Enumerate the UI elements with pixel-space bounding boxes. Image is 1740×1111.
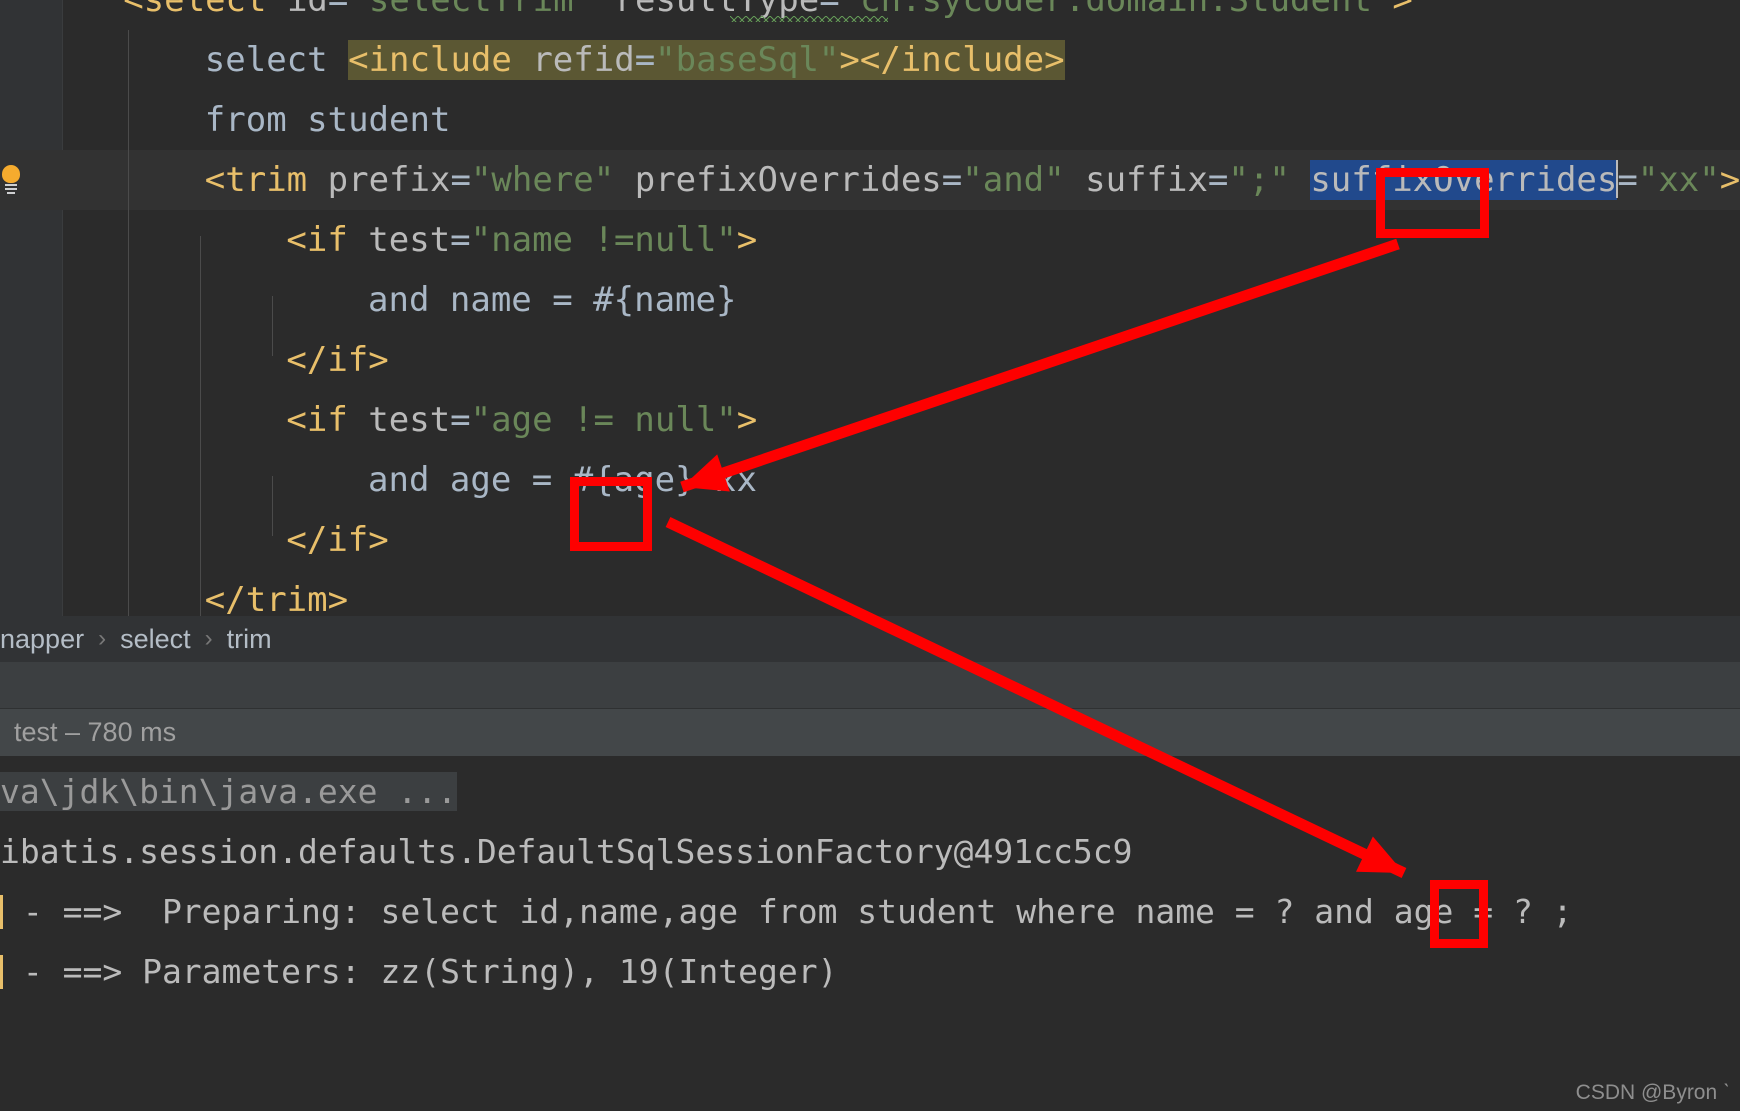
code-token: </if>: [286, 520, 388, 560]
code-token: >: [737, 220, 757, 260]
code-token: refid: [532, 40, 634, 80]
code-line[interactable]: <if test="name !=null">: [0, 210, 1740, 270]
code-token: ";": [1228, 160, 1289, 200]
code-line[interactable]: and name = #{name}: [0, 270, 1740, 330]
code-line[interactable]: and age = #{age} xx: [0, 450, 1740, 510]
code-token: test: [368, 400, 450, 440]
console-log-text: ibatis.session.defaults.DefaultSqlSessio…: [0, 822, 1132, 882]
code-token: >: [1392, 0, 1412, 20]
code-line[interactable]: <trim prefix="where" prefixOverrides="an…: [0, 150, 1740, 210]
code-token: <if: [286, 220, 368, 260]
code-token: "and": [962, 160, 1064, 200]
code-token: test: [368, 220, 450, 260]
code-token: <select: [123, 0, 287, 20]
code-token: from student: [205, 100, 451, 140]
run-toolbar-row[interactable]: [0, 662, 1740, 709]
code-token: =: [635, 40, 655, 80]
lightbulb-base-1: [5, 184, 17, 186]
console-log-text: - ==> Preparing: select id,name,age from…: [3, 892, 1573, 931]
code-line[interactable]: </if>: [0, 510, 1740, 570]
code-token: [1065, 160, 1085, 200]
code-token: suffix: [1085, 160, 1208, 200]
breadcrumb-item-select[interactable]: select: [120, 624, 191, 655]
code-token: prefix: [328, 160, 451, 200]
code-token: and age = #{age} xx: [368, 460, 757, 500]
code-token: [594, 0, 614, 20]
console-line: - ==> Preparing: select id,name,age from…: [0, 882, 1740, 942]
breadcrumb-separator-1: ›: [84, 625, 120, 653]
code-token: and name = #{name}: [368, 280, 736, 320]
code-token: >: [737, 400, 757, 440]
code-token: "age != null": [471, 400, 737, 440]
code-token: select: [205, 40, 348, 80]
lightbulb-icon[interactable]: [0, 163, 30, 197]
code-token: </trim>: [205, 580, 348, 616]
breadcrumb-separator-2: ›: [191, 625, 227, 653]
breadcrumb-item-trim[interactable]: trim: [227, 624, 272, 655]
console-line: va\jdk\bin\java.exe ...: [0, 762, 1740, 822]
console-line: - ==> Parameters: zz(String), 19(Integer…: [0, 942, 1740, 1002]
code-token: "name !=null": [471, 220, 737, 260]
code-token: <include: [348, 40, 532, 80]
console-output[interactable]: va\jdk\bin\java.exe ... ibatis.session.de…: [0, 756, 1740, 1111]
console-line: ibatis.session.defaults.DefaultSqlSessio…: [0, 822, 1740, 882]
run-tool-window: test – 780 ms va\jdk\bin\java.exe ... iba…: [0, 662, 1740, 1111]
code-token: prefixOverrides: [635, 160, 942, 200]
code-token: "selectTrim": [348, 0, 594, 20]
code-line[interactable]: </if>: [0, 330, 1740, 390]
breadcrumb[interactable]: napper › select › trim: [0, 616, 1740, 662]
test-result-label: test – 780 ms: [0, 717, 176, 748]
code-token: <if: [286, 400, 368, 440]
code-line[interactable]: <select id="selectTrim" resultType="cn.s…: [0, 0, 1740, 30]
code-token: "xx": [1638, 160, 1720, 200]
lightbulb-base-3: [7, 192, 15, 194]
code-line[interactable]: </trim>: [0, 570, 1740, 616]
code-token: =: [450, 220, 470, 260]
code-token: [614, 160, 634, 200]
code-token: =: [450, 400, 470, 440]
code-token: suffixOverrides: [1310, 160, 1617, 200]
code-token: <trim: [205, 160, 328, 200]
code-token: </if>: [286, 340, 388, 380]
code-token: "baseSql": [655, 40, 839, 80]
code-token: [1290, 160, 1310, 200]
code-line[interactable]: <if test="age != null">: [0, 390, 1740, 450]
ide-screenshot: <select id="selectTrim" resultType="cn.s…: [0, 0, 1740, 1111]
code-editor[interactable]: <select id="selectTrim" resultType="cn.s…: [0, 0, 1740, 616]
indent-guide: [272, 476, 273, 536]
breadcrumb-item-mapper[interactable]: napper: [0, 624, 84, 655]
code-token: =: [942, 160, 962, 200]
lightbulb-glass: [2, 165, 20, 183]
code-token: =: [328, 0, 348, 20]
code-token: =: [450, 160, 470, 200]
code-token: id: [287, 0, 328, 20]
code-token: =: [1617, 160, 1637, 200]
csdn-watermark: CSDN @Byron ˋ: [1576, 1081, 1730, 1105]
lightbulb-base-2: [5, 188, 17, 190]
code-token: >: [1720, 160, 1740, 200]
code-token: "cn.sycoder.domain.Student": [840, 0, 1393, 20]
code-token: ></include>: [839, 40, 1064, 80]
indent-guide: [200, 236, 201, 616]
spellcheck-squiggle: [730, 16, 888, 22]
code-token: "where": [471, 160, 614, 200]
test-result-row[interactable]: test – 780 ms: [0, 709, 1740, 756]
indent-guide: [272, 296, 273, 356]
console-log-text: - ==> Parameters: zz(String), 19(Integer…: [3, 952, 837, 991]
code-token: =: [1208, 160, 1228, 200]
console-command-text: va\jdk\bin\java.exe ...: [0, 772, 457, 811]
code-line[interactable]: select <include refid="baseSql"></includ…: [0, 30, 1740, 90]
indent-guide: [128, 30, 129, 616]
code-line[interactable]: from student: [0, 90, 1740, 150]
